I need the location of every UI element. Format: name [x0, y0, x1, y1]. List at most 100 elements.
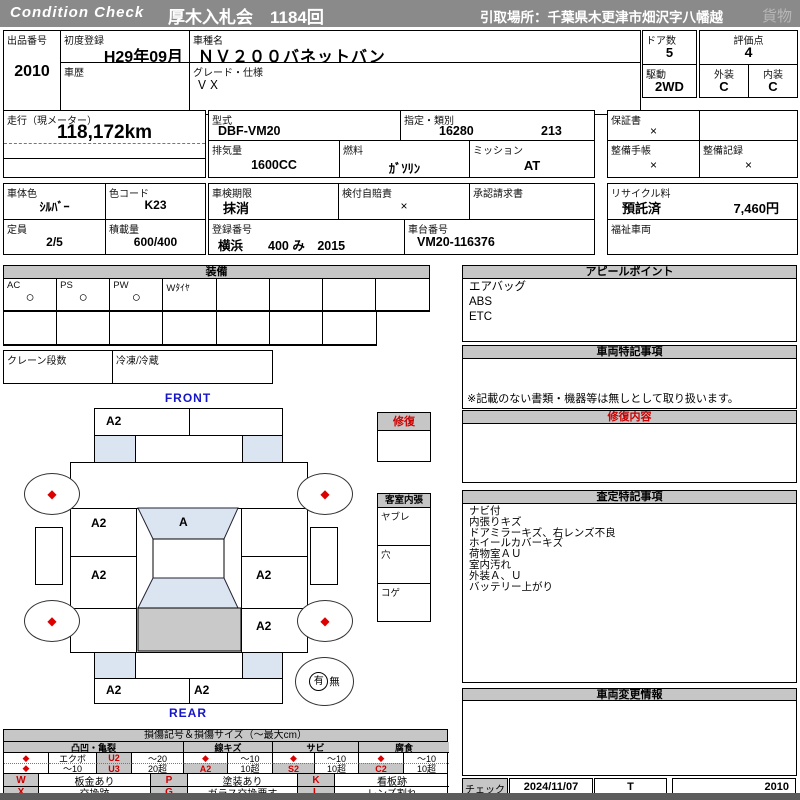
equipment-cell-empty: [110, 312, 164, 345]
legend-code: A2: [184, 763, 228, 773]
legend-group-scratch: 線キズ: [184, 742, 273, 753]
windshield-shape: [137, 507, 239, 540]
cargo-tag: 貨物: [761, 8, 792, 25]
capacity-label: 定員: [7, 225, 27, 236]
divider: [4, 143, 205, 144]
vehicle-notes-body: ※記載のない書類・機器等は無しとして取り扱います。: [462, 358, 797, 409]
rear-deck-shape: [137, 607, 242, 652]
legend-diamond-icon: ◆: [273, 753, 315, 763]
equipment-mark: ○: [25, 289, 35, 306]
legend-code: U2: [97, 753, 132, 763]
displacement-label: 排気量: [212, 146, 242, 157]
history-label: 車歴: [64, 68, 84, 79]
equipment-grid-row1: AC ○ PS ○ PW ○ Wﾀｲﾔ: [3, 278, 430, 312]
history-cell: 車歴: [60, 62, 190, 115]
interior-grade-cell: 内装 C: [748, 64, 798, 98]
maintenance-book-cell: 整備手帳 ×: [607, 140, 700, 178]
fuel-label: 燃料: [343, 146, 363, 157]
insurance-cell: 検付自賠責 ×: [338, 183, 470, 220]
warranty-cell: 保証書 ×: [607, 110, 700, 141]
crane-label: クレーン段数: [7, 356, 67, 367]
vehicle-notes-title: 車両特記事項: [462, 345, 797, 359]
front-corner-left: [95, 436, 136, 462]
footer-bar: [0, 793, 800, 800]
warranty-extra-cell: [699, 110, 798, 141]
damage-mark-rear-bumper-right: A2: [194, 683, 210, 697]
equipment-cell-empty: [375, 279, 429, 311]
equipment-mark: ○: [131, 289, 141, 306]
class-value-1: 16280: [439, 124, 474, 138]
front-bumper: [94, 408, 283, 436]
repair-flag-body: [377, 430, 431, 462]
legend-cell: 〜10: [228, 753, 273, 763]
assessment-line: バッテリー上がり: [469, 580, 553, 593]
body-color-cell: 車体色 ｼﾙﾊﾞｰ: [3, 183, 106, 220]
displacement-cell: 排気量 1600CC: [208, 140, 340, 178]
lot-number-value: 2010: [14, 63, 50, 80]
legend-table: 凸凹・亀裂 線キズ サビ 腐食 ◆ エクボ U2 〜20 ◆ 〜10 ◆ 〜10…: [3, 741, 449, 774]
legend-group-rust: サビ: [273, 742, 359, 753]
legend-diamond-icon: ◆: [184, 753, 228, 763]
legend-group-dent: 凸凹・亀裂: [4, 742, 184, 753]
wheel-front-left: ◆: [24, 473, 80, 515]
drive-value: 2WD: [655, 79, 684, 94]
cabin-row-burn: コゲ: [377, 583, 431, 622]
fridge-cell: 冷凍/冷蔵: [112, 350, 273, 384]
chassis-number-label: 車台番号: [408, 225, 448, 236]
inspection-value: 抹消: [223, 201, 250, 216]
legend-desc-w: 板金あり: [39, 774, 151, 786]
doors-cell: ドア数 5: [642, 30, 697, 65]
equipment-cell-empty: [57, 312, 111, 345]
damage-mark-right-door: A2: [256, 568, 272, 582]
rear-bumper: [94, 678, 283, 704]
legend-cell: 20超: [132, 763, 184, 773]
grade-value: ＶＸ: [196, 78, 221, 92]
inspection-cell: 車検期限 抹消: [208, 183, 339, 220]
welfare-vehicle-cell: 福祉車両: [607, 219, 798, 255]
mileage-value: 118,172km: [56, 122, 153, 143]
appeal-body: エアバッグ ABS ETC: [462, 278, 797, 342]
rear-corner-right: [242, 653, 282, 678]
legend-code-k: K: [298, 774, 335, 786]
divider: [188, 679, 190, 703]
damage-mark-right-quarter: A2: [256, 619, 272, 633]
crane-cell: クレーン段数: [3, 350, 113, 384]
warranty-value: ×: [649, 124, 657, 138]
legend-cell: エクボ: [49, 753, 97, 763]
rear-corner-left: [95, 653, 136, 678]
cabin-lining-title: 客室内張: [377, 493, 431, 508]
fuel-value: ｶﾞｿﾘﾝ: [388, 162, 421, 176]
grade-cell: グレード・仕様 ＶＸ: [189, 62, 641, 115]
recycle-status-value: 預託済: [622, 201, 662, 216]
glass-roof-shapes: [137, 507, 242, 652]
registration-number-label: 登録番号: [212, 225, 252, 236]
legend-cell: 〜10: [416, 753, 436, 764]
equipment-cell-wtire: Wﾀｲﾔ: [163, 279, 217, 311]
class-value-2: 213: [541, 124, 562, 138]
interior-grade-value: C: [768, 79, 778, 94]
chassis-number-cell: 車台番号 VM20-116376: [404, 219, 595, 255]
side-step-left: [35, 527, 63, 585]
color-code-cell: 色コード K23: [105, 183, 206, 220]
equipment-cell-empty: [216, 279, 270, 311]
equipment-mark: ○: [78, 289, 88, 306]
insurance-value: ×: [400, 199, 408, 213]
appeal-line: ETC: [469, 311, 492, 323]
doors-value: 5: [665, 45, 674, 60]
tire-mark: ◆: [47, 487, 57, 501]
legend-cell: 〜10: [315, 753, 359, 763]
first-registration-label: 初度登録: [64, 36, 104, 47]
diagram-front-label: FRONT: [164, 391, 212, 405]
equipment-label: Wﾀｲﾔ: [166, 283, 190, 294]
pickup-location: 引取場所：千葉県木更津市畑沢字八幡越: [480, 10, 723, 25]
insurance-label: 検付自賠責: [342, 189, 392, 200]
header-bar: Condition Check 厚木入札会 1184回 引取場所：千葉県木更津市…: [0, 0, 800, 27]
legend-desc-k: 看板跡: [377, 776, 407, 787]
mileage-cell: 走行（現メーター） 118,172km: [3, 110, 206, 178]
transmission-label: ミッション: [473, 146, 523, 157]
load-capacity-cell: 積載量 600/400: [105, 219, 206, 255]
diagram-rear-label: REAR: [168, 706, 207, 720]
maintenance-record-value: ×: [744, 158, 752, 172]
class-cell: 指定・類別 16280 213: [400, 110, 595, 141]
capacity-value: 2/5: [46, 235, 63, 249]
